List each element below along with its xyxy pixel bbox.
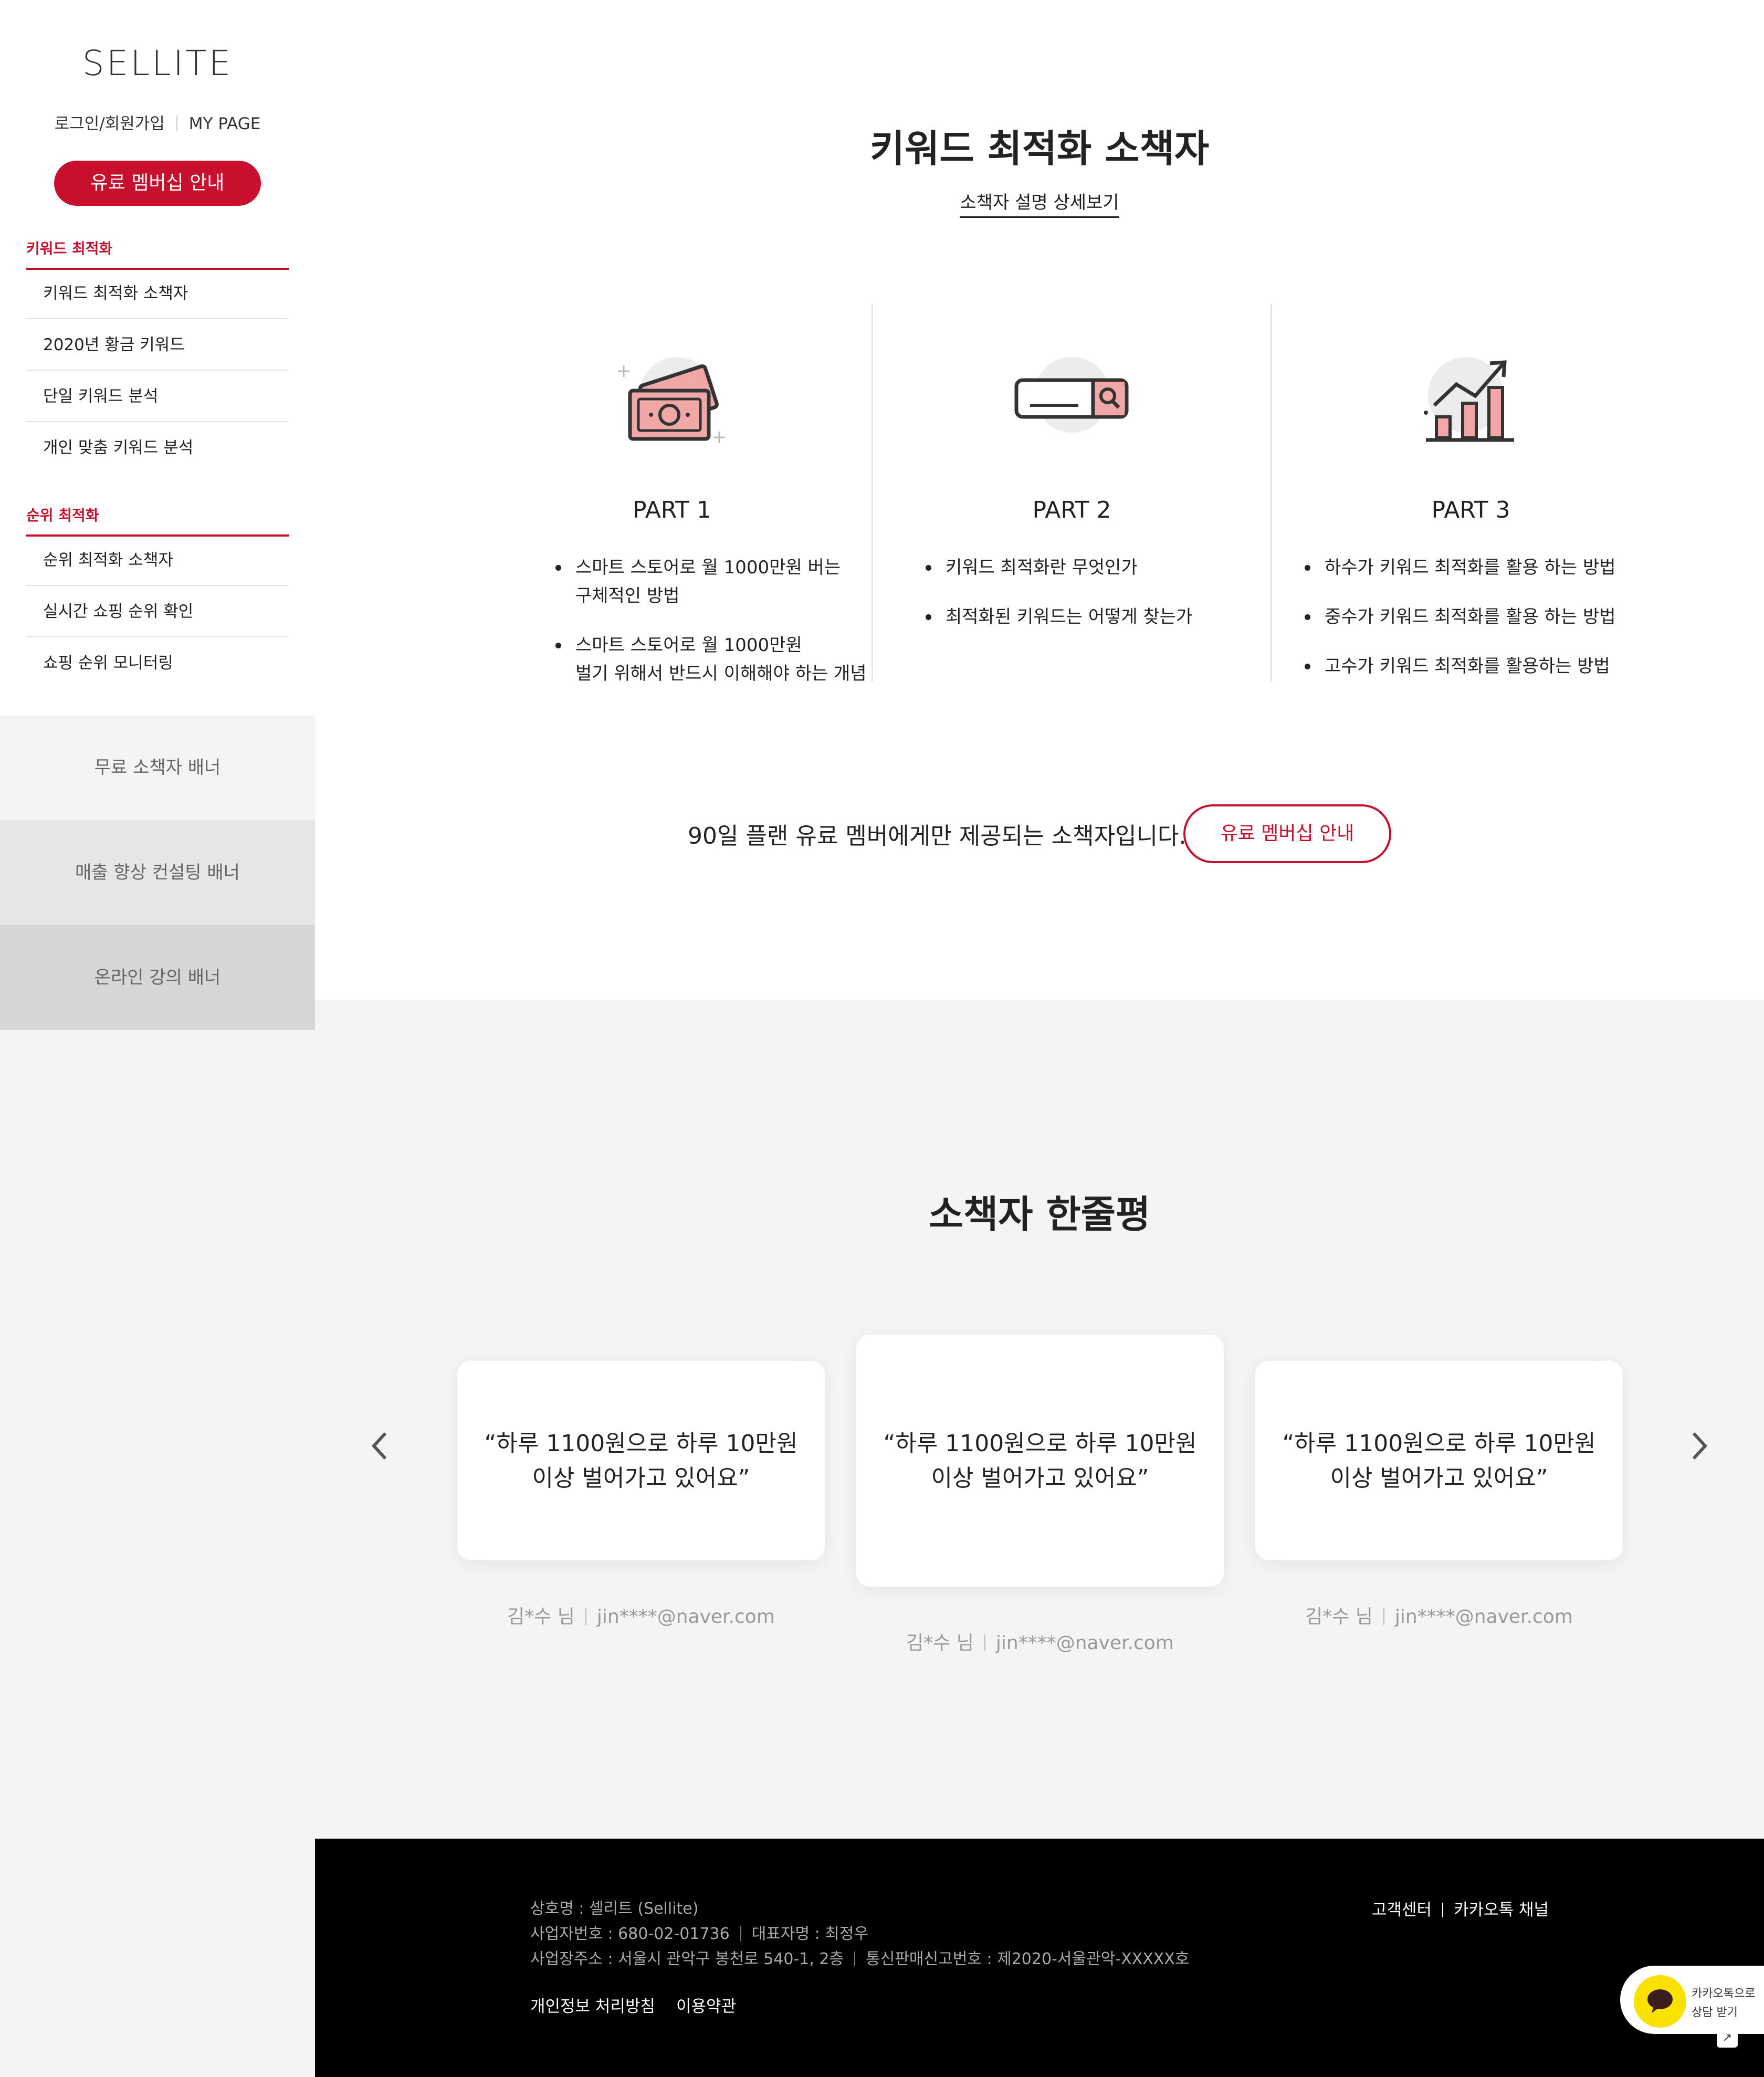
- part-card-3: PART 3 하수가 키워드 최적화를 활용 하는 방법 중수가 키워드 최적화…: [1270, 303, 1670, 681]
- list-item: 키워드 최적화란 무엇인가: [926, 553, 1192, 582]
- address: 사업장주소 : 서울시 관악구 봉천로 540-1, 2층: [530, 1950, 844, 1968]
- chevron-right-icon[interactable]: [1683, 1425, 1715, 1467]
- ceo-name: 대표자명 : 최정우: [751, 1925, 869, 1943]
- sidebar-item-ranking-monitor[interactable]: 쇼핑 순위 모니터링: [26, 637, 289, 689]
- logo[interactable]: SELLITE: [0, 43, 315, 83]
- page-title: 키워드 최적화 소책자: [869, 127, 1210, 171]
- membership-cta-button[interactable]: 유료 멤버십 안내: [1183, 804, 1391, 863]
- support-links: 고객센터 카카오톡 채널: [1372, 1896, 1549, 1920]
- mail-order-number: 통신판매신고번호 : 제2020-서울관악-XXXXX호: [866, 1950, 1190, 1968]
- menu-list-keyword: 키워드 최적화 소책자 2020년 황금 키워드 단일 키워드 분석 개인 맞춤…: [26, 268, 289, 474]
- part-list-1: 스마트 스토어로 월 1000만원 버는 구체적인 방법 스마트 스토어로 월 …: [555, 553, 867, 709]
- membership-button[interactable]: 유료 멤버십 안내: [54, 161, 261, 206]
- reviewer-name: 김*수 님: [1305, 1606, 1373, 1628]
- money-icon: [618, 357, 725, 443]
- reviews-title: 소책자 한줄평: [928, 1192, 1151, 1236]
- sidebar-item-single-keyword[interactable]: 단일 키워드 분석: [26, 371, 289, 422]
- list-item: 하수가 키워드 최적화를 활용 하는 방법: [1305, 553, 1616, 582]
- footer: 상호명 : 셀리트 (Sellite) 사업자번호 : 680-02-01736…: [315, 1839, 1764, 2077]
- part-title-1: PART 1: [632, 497, 712, 523]
- review-card: “하루 1100원으로 하루 10만원 이상 벌어가고 있어요”: [457, 1361, 825, 1560]
- part-title-3: PART 3: [1431, 497, 1510, 523]
- auth-links: 로그인/회원가입 MY PAGE: [0, 110, 315, 134]
- divider: [176, 116, 177, 131]
- list-item: 중수가 키워드 최적화를 활용 하는 방법: [1305, 603, 1616, 631]
- business-number: 사업자번호 : 680-02-01736: [530, 1925, 730, 1943]
- login-link[interactable]: 로그인/회원가입: [55, 114, 165, 133]
- parts-grid: PART 1 스마트 스토어로 월 1000만원 버는 구체적인 방법 스마트 …: [472, 303, 1670, 684]
- reviewer-email: jin****@naver.com: [995, 1632, 1174, 1654]
- search-bar-icon: [1014, 357, 1128, 433]
- banner-free-booklet[interactable]: 무료 소책자 배너: [0, 715, 315, 820]
- banner-online-lecture[interactable]: 온라인 강의 배너: [0, 925, 315, 1030]
- cta-text: 90일 플랜 유료 멤버에게만 제공되는 소책자입니다.: [688, 823, 1186, 849]
- scroll-top-icon[interactable]: ↗: [1717, 2029, 1738, 2048]
- divider: [1383, 1608, 1384, 1625]
- chevron-left-icon[interactable]: [364, 1425, 396, 1467]
- divider: [984, 1634, 985, 1651]
- address-info: 사업장주소 : 서울시 관악구 봉천로 540-1, 2층 통신판매신고번호 : …: [530, 1947, 1189, 1972]
- list-item: 스마트 스토어로 월 1000만원 벌기 위해서 반드시 이해해야 하는 개념: [555, 631, 867, 688]
- company-info: 상호명 : 셀리트 (Sellite) 사업자번호 : 680-02-01736…: [530, 1896, 1189, 1972]
- sidebar-item-ranking-booklet[interactable]: 순위 최적화 소책자: [26, 534, 289, 586]
- sidebar-item-keyword-booklet[interactable]: 키워드 최적화 소책자: [26, 268, 289, 319]
- detail-link[interactable]: 소책자 설명 상세보기: [960, 192, 1119, 218]
- part-card-1: PART 1 스마트 스토어로 월 1000만원 버는 구체적인 방법 스마트 …: [472, 303, 872, 684]
- booklet-section: 키워드 최적화 소책자 소책자 설명 상세보기 PART 1 스마트 스토어로: [315, 0, 1764, 1000]
- sidebar: SELLITE 로그인/회원가입 MY PAGE 유료 멤버십 안내 키워드 최적…: [0, 0, 315, 715]
- reviewer-name: 김*수 님: [507, 1606, 575, 1628]
- review-author: 김*수 님 jin****@naver.com: [856, 1628, 1224, 1655]
- list-item: 최적화된 키워드는 어떻게 찾는가: [926, 603, 1192, 631]
- kakao-widget-label: 카카오톡으로 상담 받기: [1692, 1985, 1755, 2022]
- mypage-link[interactable]: MY PAGE: [189, 114, 261, 133]
- detail-link-wrap: 소책자 설명 상세보기: [315, 188, 1764, 218]
- kakao-bubble-icon: [1634, 1975, 1686, 2028]
- review-card: “하루 1100원으로 하루 10만원 이상 벌어가고 있어요”: [1255, 1361, 1623, 1560]
- customer-center-link[interactable]: 고객센터: [1372, 1901, 1432, 1919]
- menu-list-ranking: 순위 최적화 소책자 실시간 쇼핑 순위 확인 쇼핑 순위 모니터링: [26, 534, 289, 689]
- review-card-active: “하루 1100원으로 하루 10만원 이상 벌어가고 있어요”: [856, 1335, 1224, 1587]
- list-item: 스마트 스토어로 월 1000만원 버는 구체적인 방법: [555, 553, 867, 610]
- growth-chart-icon: [1423, 357, 1514, 442]
- menu-heading-keyword: 키워드 최적화: [26, 237, 289, 270]
- part-card-2: PART 2 키워드 최적화란 무엇인가 최적화된 키워드는 어떻게 찾는가: [872, 303, 1270, 681]
- part-title-2: PART 2: [1032, 497, 1111, 523]
- business-info: 사업자번호 : 680-02-01736 대표자명 : 최정우: [530, 1922, 1189, 1947]
- sidebar-item-golden-keyword[interactable]: 2020년 황금 키워드: [26, 319, 289, 371]
- banner-consulting[interactable]: 매출 향상 컨설팅 배너: [0, 820, 315, 925]
- reviewer-email: jin****@naver.com: [1394, 1606, 1573, 1628]
- review-quote: “하루 1100원으로 하루 10만원 이상 벌어가고 있어요”: [1282, 1430, 1596, 1492]
- chat-icon: [1647, 1989, 1673, 2013]
- divider: [1442, 1903, 1444, 1917]
- terms-link[interactable]: 이용약관: [676, 1997, 736, 2016]
- part-list-2: 키워드 최적화란 무엇인가 최적화된 키워드는 어떻게 찾는가: [926, 553, 1192, 652]
- sidebar-item-realtime-ranking[interactable]: 실시간 쇼핑 순위 확인: [26, 586, 289, 637]
- review-author: 김*수 님 jin****@naver.com: [457, 1601, 825, 1629]
- review-quote: “하루 1100원으로 하루 10만원 이상 벌어가고 있어요”: [883, 1430, 1197, 1492]
- divider: [740, 1926, 741, 1941]
- kakao-channel-link[interactable]: 카카오톡 채널: [1454, 1901, 1549, 1919]
- list-item: 고수가 키워드 최적화를 활용하는 방법: [1305, 652, 1616, 680]
- divider: [585, 1608, 586, 1625]
- menu-heading-ranking: 순위 최적화: [26, 504, 289, 537]
- kakao-label-line1: 카카오톡으로: [1692, 1987, 1756, 2000]
- review-author: 김*수 님 jin****@naver.com: [1255, 1601, 1623, 1629]
- part-list-3: 하수가 키워드 최적화를 활용 하는 방법 중수가 키워드 최적화를 활용 하는…: [1305, 553, 1616, 701]
- reviewer-name: 김*수 님: [906, 1632, 974, 1654]
- kakao-label-line2: 상담 받기: [1692, 2006, 1738, 2019]
- policy-links: 개인정보 처리방침 이용약관: [530, 1993, 757, 2017]
- reviewer-email: jin****@naver.com: [596, 1606, 775, 1628]
- kakao-consult-widget[interactable]: 카카오톡으로 상담 받기: [1620, 1966, 1764, 2034]
- sidebar-item-custom-keyword[interactable]: 개인 맞춤 키워드 분석: [26, 422, 289, 474]
- divider: [854, 1952, 856, 1966]
- company-name: 상호명 : 셀리트 (Sellite): [530, 1900, 699, 1918]
- review-quote: “하루 1100원으로 하루 10만원 이상 벌어가고 있어요”: [484, 1430, 798, 1492]
- privacy-policy-link[interactable]: 개인정보 처리방침: [530, 1997, 655, 2016]
